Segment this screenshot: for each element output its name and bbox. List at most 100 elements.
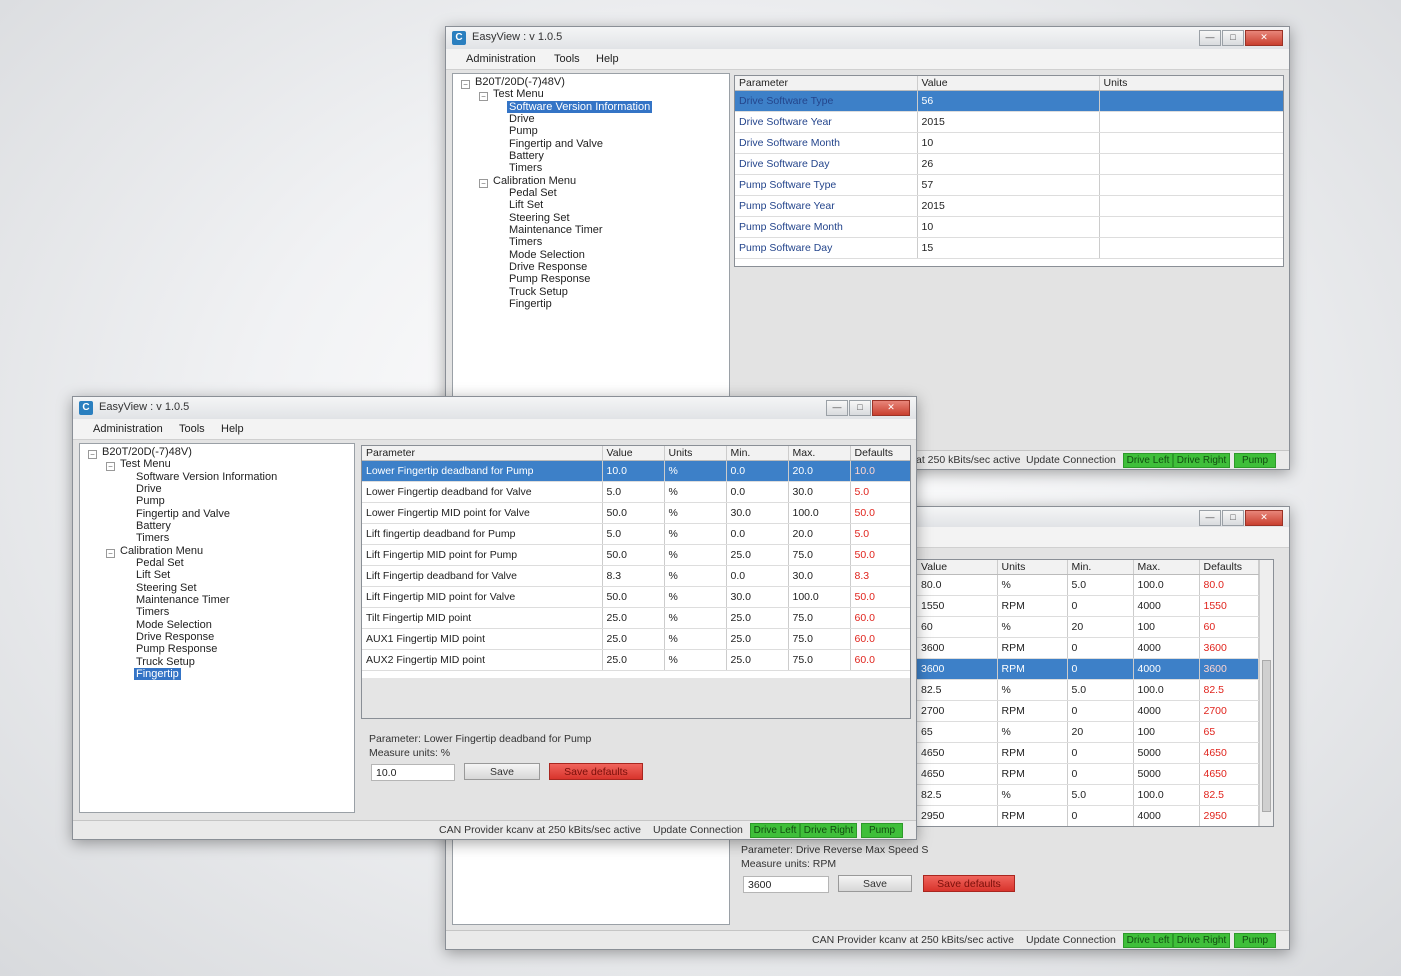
table-row[interactable]: 60% 20 100 60 [917,616,1259,638]
title-bar[interactable]: C EasyView : v 1.0.5 — □ ✕ [446,27,1289,50]
table-row[interactable]: 2700 RPM 0 4000 2700 [917,700,1259,722]
table-row[interactable]: Drive Software Month 10 [735,132,1283,154]
table-row[interactable]: 82.5% 5.0 100.0 82.5 [917,784,1259,806]
save-button[interactable]: Save [464,763,540,780]
save-defaults-button[interactable]: Save defaults [549,763,643,780]
tree-item-fingertip[interactable]: Fingertip [134,668,181,681]
table-row[interactable]: Lower Fingertip deadband for Pump 10.0% 0.… [362,460,910,482]
column-header[interactable]: Units [664,446,727,461]
maximize-icon[interactable]: □ [1222,510,1244,526]
scrollbar-thumb[interactable] [1262,660,1271,812]
tree-item-pump[interactable]: Pump [509,125,538,137]
table-row[interactable]: Lift Fingertip MID point for Valve 50.0% 3… [362,586,910,608]
menu-administration[interactable]: Administration [93,423,163,435]
menu-administration[interactable]: Administration [466,53,536,65]
tree-calibration-menu[interactable]: Calibration Menu [493,175,576,187]
close-icon[interactable]: ✕ [872,400,910,416]
tree-item-fingertip-valve[interactable]: Fingertip and Valve [509,138,603,150]
title-bar[interactable]: C EasyView : v 1.0.5 — □ ✕ [73,397,916,420]
tree-item-drive[interactable]: Drive [136,483,162,495]
column-header[interactable]: Defaults [850,446,910,461]
tree-item-software-version[interactable]: Software Version Information [136,471,277,483]
column-header[interactable]: Max. [1133,560,1200,575]
maximize-icon[interactable]: □ [1222,30,1244,46]
table-row[interactable]: Tilt Fingertip MID point 25.0% 25.0 75.0 60.… [362,607,910,629]
update-connection-link[interactable]: Update Connection [653,824,743,836]
drive-value-input[interactable]: 3600 [743,876,829,893]
table-row[interactable]: Pump Software Year 2015 [735,195,1283,217]
table-row[interactable]: Lift Fingertip deadband for Valve 8.3% 0.0… [362,565,910,587]
table-row[interactable]: Pump Software Month 10 [735,216,1283,238]
column-header[interactable]: Defaults [1199,560,1259,575]
table-row[interactable]: 80.0% 5.0 100.0 80.0 [917,574,1259,596]
tree-item-drive-response[interactable]: Drive Response [136,631,214,643]
collapse-icon[interactable]: − [106,549,115,558]
close-icon[interactable]: ✕ [1245,30,1283,46]
table-row[interactable]: Lower Fingertip deadband for Valve 5.0% 0.… [362,481,910,503]
tree-calibration-menu[interactable]: Calibration Menu [120,545,203,557]
tree-item-lift-set[interactable]: Lift Set [136,569,170,581]
collapse-icon[interactable]: − [88,450,97,459]
tree-item-steering-set[interactable]: Steering Set [509,212,570,224]
tree-item-pedal-set[interactable]: Pedal Set [509,187,557,199]
table-row[interactable]: 3600 RPM 0 4000 3600 [917,637,1259,659]
tree-test-menu[interactable]: Test Menu [120,458,171,470]
save-defaults-button[interactable]: Save defaults [923,875,1015,892]
column-header[interactable]: Value [602,446,665,461]
minimize-icon[interactable]: — [1199,30,1221,46]
table-row[interactable]: Drive Software Year 2015 [735,111,1283,133]
column-header[interactable]: Min. [726,446,789,461]
tree-item-timers[interactable]: Timers [136,532,169,544]
maximize-icon[interactable]: □ [849,400,871,416]
table-row[interactable]: 65% 20 100 65 [917,721,1259,743]
tree-item-pedal-set[interactable]: Pedal Set [136,557,184,569]
tree-item-pump[interactable]: Pump [136,495,165,507]
tree-item-fingertip[interactable]: Fingertip [509,298,552,310]
table-row[interactable]: 4650 RPM 0 5000 4650 [917,763,1259,785]
tree-item-truck-setup[interactable]: Truck Setup [136,656,195,668]
collapse-icon[interactable]: − [461,80,470,89]
table-row[interactable]: 3600 RPM 0 4000 3600 [917,658,1259,680]
column-header[interactable]: Value [917,560,998,575]
table-row[interactable]: Lift Fingertip MID point for Pump 50.0% 25… [362,544,910,566]
tree-item-maintenance-timer[interactable]: Maintenance Timer [136,594,230,606]
tree-item-pump-response[interactable]: Pump Response [509,273,590,285]
tree-item-battery[interactable]: Battery [509,150,544,162]
column-header[interactable]: Units [997,560,1068,575]
tree-root[interactable]: B20T/20D(-7)48V) [102,446,192,458]
table-row[interactable]: 82.5% 5.0 100.0 82.5 [917,679,1259,701]
fingertip-value-input[interactable]: 10.0 [371,764,455,781]
table-row[interactable]: Lower Fingertip MID point for Valve 50.0%… [362,502,910,524]
tree-item-timers[interactable]: Timers [509,236,542,248]
column-header[interactable]: Max. [788,446,851,461]
menu-help[interactable]: Help [596,53,619,65]
menu-tools[interactable]: Tools [179,423,205,435]
table-row[interactable]: 4650 RPM 0 5000 4650 [917,742,1259,764]
tree-item-maintenance-timer[interactable]: Maintenance Timer [509,224,603,236]
vertical-scrollbar[interactable] [1259,560,1273,826]
table-row[interactable]: Lift fingertip deadband for Pump 5.0% 0.0 2… [362,523,910,545]
table-row[interactable]: AUX2 Fingertip MID point 25.0% 25.0 75.0 60.… [362,649,910,671]
column-header[interactable]: Parameter [362,446,603,461]
update-connection-link[interactable]: Update Connection [1026,934,1116,946]
tree-item-battery[interactable]: Battery [136,520,171,532]
column-header[interactable]: Min. [1067,560,1134,575]
table-row[interactable]: Drive Software Day 26 [735,153,1283,175]
tree-item-mode-selection[interactable]: Mode Selection [136,619,212,631]
tree-item-software-version[interactable]: Software Version Information [507,101,653,114]
collapse-icon[interactable]: − [106,462,115,471]
table-row[interactable]: Drive Software Type 56 [735,90,1283,112]
tree-item-pump-response[interactable]: Pump Response [136,643,217,655]
save-button[interactable]: Save [838,875,912,892]
close-icon[interactable]: ✕ [1245,510,1283,526]
tree-item-timers[interactable]: Timers [509,162,542,174]
minimize-icon[interactable]: — [826,400,848,416]
table-row[interactable]: AUX1 Fingertip MID point 25.0% 25.0 75.0 60.… [362,628,910,650]
tree-item-steering-set[interactable]: Steering Set [136,582,197,594]
collapse-icon[interactable]: − [479,92,488,101]
column-header[interactable]: Units [1099,76,1283,91]
table-row[interactable]: Pump Software Type 57 [735,174,1283,196]
tree-item-fingertip-valve[interactable]: Fingertip and Valve [136,508,230,520]
column-header[interactable]: Parameter [735,76,918,91]
tree-item-truck-setup[interactable]: Truck Setup [509,286,568,298]
